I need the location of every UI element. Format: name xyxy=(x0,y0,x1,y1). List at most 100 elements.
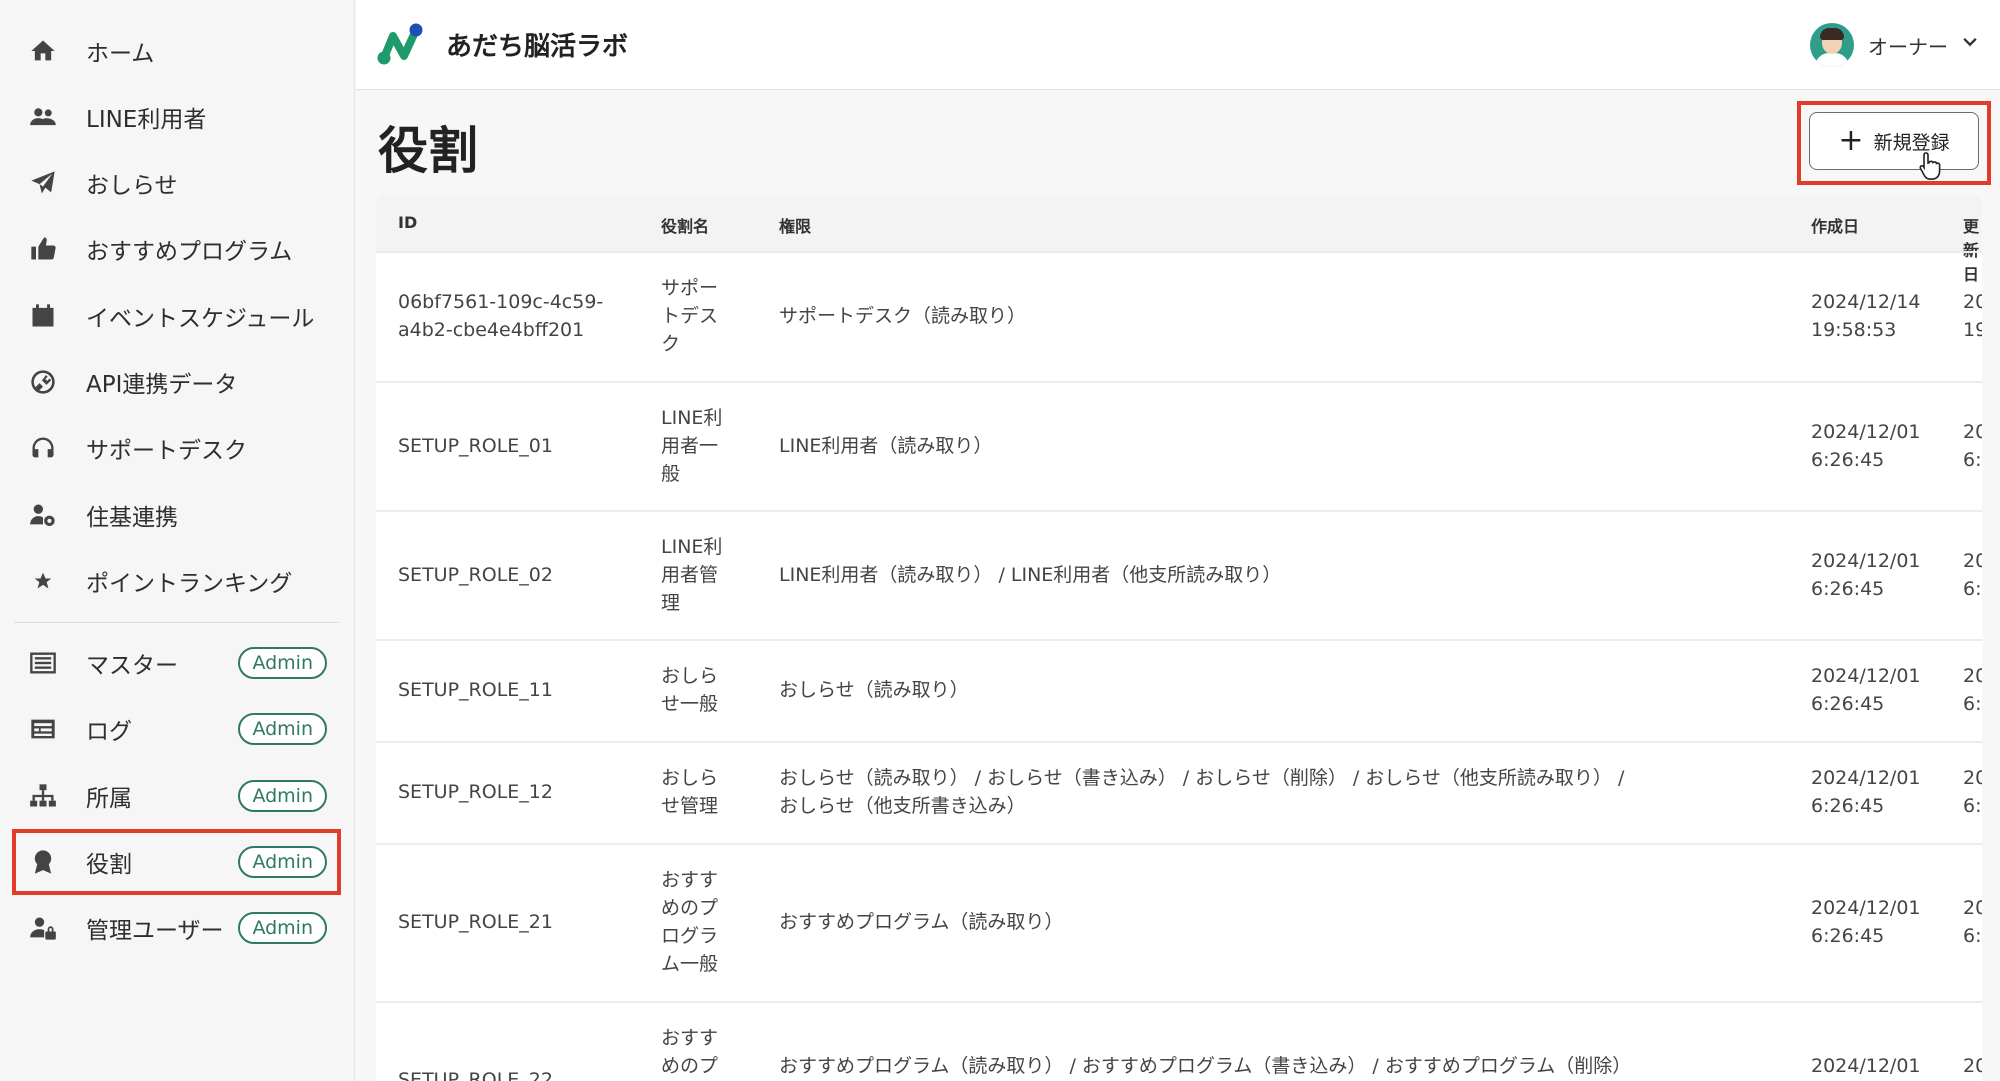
admin-badge: Admin xyxy=(238,912,327,944)
cell-role-name: LINE利 用者一 般 xyxy=(661,407,723,485)
cell-role-name: おしら せ一般 xyxy=(661,665,719,715)
sidebar-item-resident-registry[interactable]: 住基連携 xyxy=(14,484,339,546)
table-header: ID 役割名 権限 作成日 更新日 xyxy=(376,195,1982,284)
main-content: 役割 + 新規登録 ID 役割名 権限 作成日 更新日 06bf7561-109… xyxy=(356,91,2000,1081)
sidebar-item-label: おしらせ xyxy=(86,173,178,199)
send-icon xyxy=(28,168,58,198)
cell-created: 2024/12/14 19:58:53 xyxy=(1811,291,1921,341)
cell-created: 2024/12/01 6:26:45 xyxy=(1811,897,1921,947)
sidebar-item-support-desk[interactable]: サポートデスク xyxy=(14,417,339,479)
user-lock-icon xyxy=(28,913,58,943)
sidebar-item-roles[interactable]: 役割 Admin xyxy=(12,829,341,895)
sidebar-item-event-schedule[interactable]: イベントスケジュール xyxy=(14,285,339,347)
table-row[interactable]: SETUP_ROLE_21 おすす めのプ ログラ ム一般 おすすめプログラム（… xyxy=(376,843,1982,1001)
sidebar: ホーム LINE利用者 おしらせ おすすめプログラム イベントスケジュール AP… xyxy=(0,0,355,1081)
cell-role-name: サポー トデス ク xyxy=(661,277,719,355)
cell-created: 2024/12/01 6:26:45 xyxy=(1811,767,1921,817)
cell-id: SETUP_ROLE_02 xyxy=(398,564,553,586)
sidebar-item-label: 住基連携 xyxy=(86,505,178,531)
cell-role-name: おすす めのプ xyxy=(661,1027,719,1077)
sidebar-item-master[interactable]: マスター Admin xyxy=(14,632,339,694)
cell-created: 2024/12/01 xyxy=(1811,1055,1921,1077)
table-row[interactable]: SETUP_ROLE_01 LINE利 用者一 般 LINE利用者（読み取り） … xyxy=(376,381,1982,510)
cell-permissions: LINE利用者（読み取り） xyxy=(779,435,993,457)
admin-badge: Admin xyxy=(238,846,327,878)
cell-id: 06bf7561-109c-4c59- a4b2-cbe4e4bff201 xyxy=(398,291,604,341)
sidebar-item-logs[interactable]: ログ Admin xyxy=(14,698,339,760)
user-name: オーナー xyxy=(1868,34,1948,59)
cell-id: SETUP_ROLE_12 xyxy=(398,781,553,803)
table-row[interactable]: 06bf7561-109c-4c59- a4b2-cbe4e4bff201 サポ… xyxy=(376,251,1982,381)
table-row[interactable]: SETUP_ROLE_22 おすす めのプ おすすめプログラム（読み取り） / … xyxy=(376,1001,1982,1081)
cell-permissions: サポートデスク（読み取り） xyxy=(779,305,1027,327)
sidebar-item-recommended-programs[interactable]: おすすめプログラム xyxy=(14,218,339,280)
plus-icon: + xyxy=(1838,123,1864,158)
cell-permissions: おしらせ（読み取り） xyxy=(779,679,969,701)
chevron-down-icon xyxy=(1960,33,1980,57)
log-icon xyxy=(28,714,58,744)
admin-badge: Admin xyxy=(238,713,327,745)
sidebar-item-label: 管理ユーザー xyxy=(86,918,224,944)
sidebar-item-point-ranking[interactable]: ポイントランキング xyxy=(14,550,339,612)
sidebar-item-label: API連携データ xyxy=(86,372,238,398)
sidebar-item-label: ホーム xyxy=(86,41,155,67)
column-header-created[interactable]: 作成日 xyxy=(1811,213,1859,237)
sidebar-item-admin-users[interactable]: 管理ユーザー Admin xyxy=(14,897,339,959)
table-row[interactable]: SETUP_ROLE_02 LINE利 用者管 理 LINE利用者（読み取り） … xyxy=(376,510,1982,639)
cell-created: 2024/12/01 6:26:45 xyxy=(1811,665,1921,715)
cell-id: SETUP_ROLE_11 xyxy=(398,679,553,701)
sidebar-item-affiliation[interactable]: 所属 Admin xyxy=(14,765,339,827)
cell-updated: 2024/12/01 6:26:45 xyxy=(1963,767,1982,817)
org-chart-icon xyxy=(28,781,58,811)
award-icon xyxy=(28,847,58,877)
column-header-role-name[interactable]: 役割名 xyxy=(661,213,709,237)
table-row[interactable]: SETUP_ROLE_11 おしら せ一般 おしらせ（読み取り） 2024/12… xyxy=(376,639,1982,741)
cell-updated: 2024/12/14 19:58:53 xyxy=(1963,291,1982,341)
cell-id: SETUP_ROLE_21 xyxy=(398,911,553,933)
brand-name: あだち脳活ラボ xyxy=(446,32,629,62)
home-icon xyxy=(28,36,58,66)
cell-id: SETUP_ROLE_22 xyxy=(398,1069,553,1081)
cell-updated: 2024/12/01 6:26:45 xyxy=(1963,421,1982,471)
plug-icon xyxy=(28,367,58,397)
sidebar-item-label: サポートデスク xyxy=(86,438,247,464)
new-registration-button[interactable]: + 新規登録 xyxy=(1809,112,1979,170)
cell-role-name: おすす めのプ ログラ ム一般 xyxy=(661,869,719,975)
sidebar-item-label: ポイントランキング xyxy=(86,571,293,597)
cell-updated: 2024/12/01 6:26:45 xyxy=(1963,665,1982,715)
cell-permissions: LINE利用者（読み取り） / LINE利用者（他支所読み取り） xyxy=(779,564,1282,586)
sidebar-item-line-users[interactable]: LINE利用者 xyxy=(14,86,339,148)
sidebar-item-notices[interactable]: おしらせ xyxy=(14,152,339,214)
cell-permissions: おしらせ（読み取り） / おしらせ（書き込み） / おしらせ（削除） / おしら… xyxy=(779,767,1625,817)
user-menu[interactable]: オーナー xyxy=(1810,22,1980,68)
sidebar-item-label: イベントスケジュール xyxy=(86,306,315,332)
brand-logo-icon[interactable] xyxy=(376,22,424,68)
roles-table: ID 役割名 権限 作成日 更新日 06bf7561-109c-4c59- a4… xyxy=(376,195,1982,1081)
user-gear-icon xyxy=(28,500,58,530)
sidebar-item-label: ログ xyxy=(86,719,132,745)
calendar-icon xyxy=(28,301,58,331)
cell-role-name: LINE利 用者管 理 xyxy=(661,536,723,614)
cell-role-name: おしら せ管理 xyxy=(661,767,719,817)
thumbs-up-icon xyxy=(28,234,58,264)
table-row[interactable]: SETUP_ROLE_12 おしら せ管理 おしらせ（読み取り） / おしらせ（… xyxy=(376,741,1982,843)
column-header-permissions[interactable]: 権限 xyxy=(779,213,811,237)
page-title: 役割 xyxy=(378,122,478,180)
cell-created: 2024/12/01 6:26:45 xyxy=(1811,421,1921,471)
cell-permissions: おすすめプログラム（読み取り） / おすすめプログラム（書き込み） / おすすめ… xyxy=(779,1055,1632,1077)
top-header: あだち脳活ラボ オーナー xyxy=(356,0,2000,90)
sidebar-divider xyxy=(14,622,339,623)
new-button-highlight: + 新規登録 xyxy=(1797,101,1991,185)
sidebar-item-label: 役割 xyxy=(86,852,132,878)
users-icon xyxy=(28,102,58,132)
sidebar-item-label: 所属 xyxy=(86,786,132,812)
column-header-id[interactable]: ID xyxy=(398,213,417,232)
sidebar-item-api-data[interactable]: API連携データ xyxy=(14,351,339,413)
admin-badge: Admin xyxy=(238,647,327,679)
cell-id: SETUP_ROLE_01 xyxy=(398,435,553,457)
headset-icon xyxy=(28,433,58,463)
avatar xyxy=(1810,23,1854,67)
sidebar-item-home[interactable]: ホーム xyxy=(14,20,339,82)
star-icon xyxy=(28,566,58,596)
sidebar-item-label: マスター xyxy=(86,653,178,679)
